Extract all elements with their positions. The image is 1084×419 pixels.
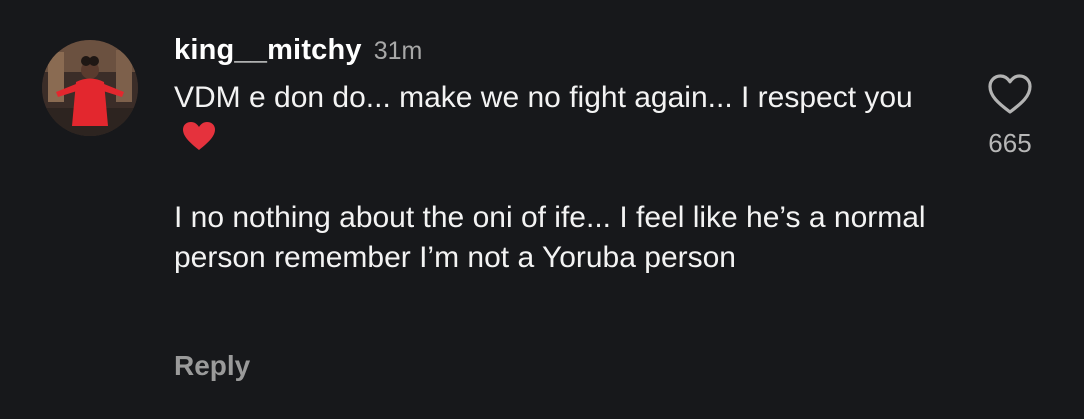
comment-meta: king__mitchy 31m	[174, 34, 934, 78]
avatar-image	[42, 40, 138, 136]
avatar[interactable]	[42, 40, 138, 136]
red-heart-emoji	[183, 122, 215, 150]
comment-paragraph-1-text: VDM e don do... make we no fight again..…	[174, 81, 913, 114]
like-section: 665	[978, 72, 1042, 159]
timestamp: 31m	[373, 37, 423, 65]
like-count: 665	[988, 128, 1032, 158]
reply-button[interactable]: Reply	[174, 350, 250, 382]
heart-outline-icon[interactable]	[986, 72, 1034, 116]
comment-item: king__mitchy 31m VDM e don do... make we…	[0, 0, 1084, 419]
comment-paragraph-1: VDM e don do... make we no fight again..…	[174, 78, 934, 158]
comment-text: VDM e don do... make we no fight again..…	[174, 78, 934, 278]
username[interactable]: king__mitchy	[174, 34, 362, 67]
comment-paragraph-2: I no nothing about the oni of ife... I f…	[174, 201, 926, 274]
comment-content: king__mitchy 31m VDM e don do... make we…	[174, 34, 934, 278]
